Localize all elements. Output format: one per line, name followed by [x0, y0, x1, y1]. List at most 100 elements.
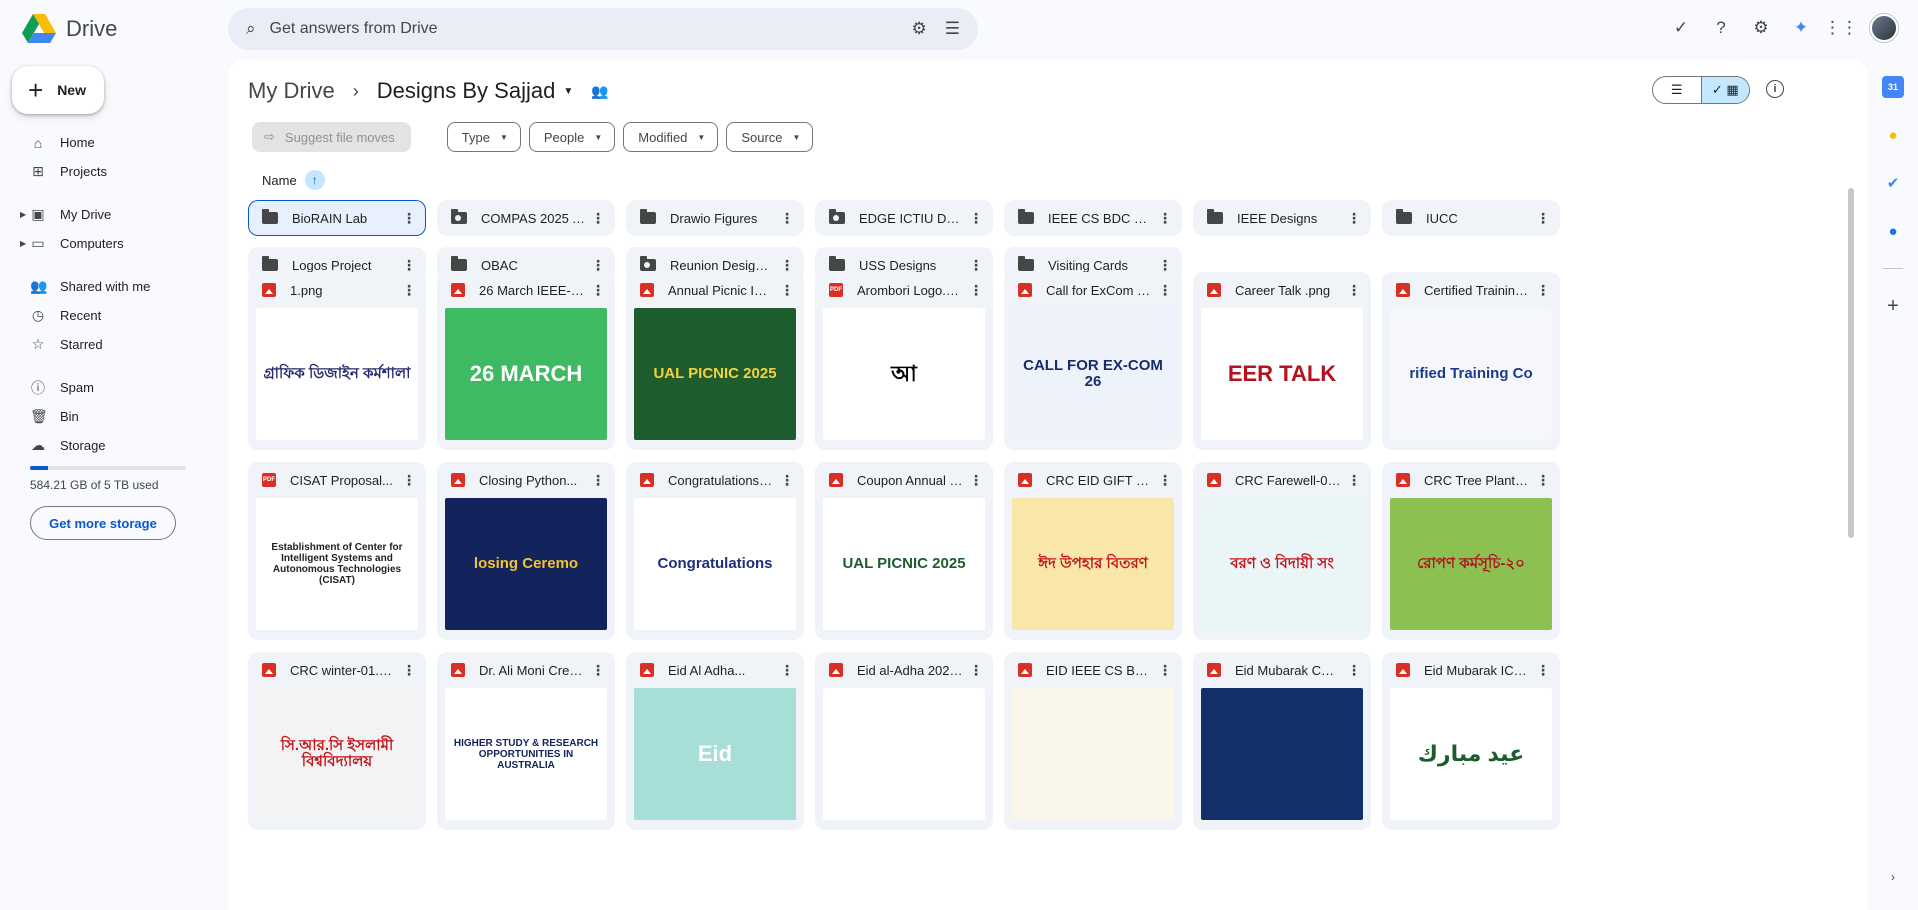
file-card[interactable]: Eid Mubarak CEO... ⋮ [1193, 652, 1371, 830]
filter-source[interactable]: Source ▼ [726, 122, 814, 152]
file-thumbnail[interactable] [823, 688, 985, 820]
offline-status-icon[interactable]: ✓ [1670, 17, 1692, 39]
file-thumbnail[interactable] [1012, 688, 1174, 820]
new-button[interactable]: + New [12, 66, 104, 114]
breadcrumb-current[interactable]: Designs By Sajjad [377, 78, 556, 104]
shared-folder-icon[interactable]: 👥 [591, 83, 608, 100]
sidebar-item-starred[interactable]: ☆ Starred [0, 330, 210, 359]
more-options-icon[interactable]: ⋮ [402, 282, 416, 299]
folder-item[interactable]: IUCC ⋮ [1382, 200, 1560, 236]
more-options-icon[interactable]: ⋮ [1158, 257, 1172, 274]
tasks-icon[interactable]: ✔ [1882, 172, 1904, 194]
sidebar-item-bin[interactable]: 🗑 Bin [0, 402, 210, 431]
scrollbar[interactable] [1848, 188, 1854, 538]
more-options-icon[interactable]: ⋮ [1158, 472, 1172, 489]
file-thumbnail[interactable]: 26 MARCH [445, 308, 607, 440]
file-thumbnail[interactable]: rified Training Co [1390, 308, 1552, 440]
expand-caret-icon[interactable]: ▶ [20, 210, 26, 219]
file-thumbnail[interactable]: EER TALK [1201, 308, 1363, 440]
more-options-icon[interactable]: ⋮ [969, 472, 983, 489]
file-card[interactable]: CRC winter-01.png ⋮ সি.আর.সি ইসলামী বিশ্বব… [248, 652, 426, 830]
file-thumbnail[interactable]: গ্রাফিক ডিজাইন কর্মশালা [256, 308, 418, 440]
more-options-icon[interactable]: ⋮ [1536, 662, 1550, 679]
sidebar-item-computers[interactable]: ▶ ▭ Computers [0, 229, 210, 258]
search-settings-icon[interactable]: ⚙ [912, 19, 927, 39]
file-thumbnail[interactable]: CALL FOR EX-COM 26 [1012, 308, 1174, 440]
file-card[interactable]: PDF CISAT Proposal... ⋮ Establishment of Ce… [248, 462, 426, 640]
more-options-icon[interactable]: ⋮ [780, 257, 794, 274]
file-card[interactable]: PDF Arombori Logo.pdf ⋮ আ [815, 272, 993, 450]
more-options-icon[interactable]: ⋮ [1536, 282, 1550, 299]
folder-item[interactable]: BioRAIN Lab ⋮ [248, 200, 426, 236]
file-thumbnail[interactable]: আ [823, 308, 985, 440]
keep-icon[interactable]: ● [1882, 124, 1904, 146]
search-bar[interactable]: ⌕ Get answers from Drive ⚙ ☰ [228, 8, 978, 50]
file-card[interactable]: Coupon Annual Picnic... ⋮ UAL PICNIC 2025 [815, 462, 993, 640]
more-options-icon[interactable]: ⋮ [1347, 662, 1361, 679]
suggest-file-moves-button[interactable]: ⇨ Suggest file moves [252, 122, 411, 152]
folder-item[interactable]: EDGE ICTIU Designs ⋮ [815, 200, 993, 236]
sidebar-item-recent[interactable]: ◷ Recent [0, 301, 210, 330]
sidebar-item-spam[interactable]: ⓘ Spam [0, 373, 210, 402]
file-thumbnail[interactable] [1201, 688, 1363, 820]
file-thumbnail[interactable]: HIGHER STUDY & RESEARCH OPPORTUNITIES IN… [445, 688, 607, 820]
sidebar-item-projects[interactable]: ⊞ Projects [0, 157, 210, 186]
more-options-icon[interactable]: ⋮ [402, 662, 416, 679]
apps-grid-icon[interactable]: ⋮⋮ [1824, 17, 1858, 39]
chevron-right-icon[interactable]: › [1891, 870, 1895, 884]
file-card[interactable]: Congratulations ICT... ⋮ Congratulations [626, 462, 804, 640]
file-card[interactable]: Eid al-Adha 2026... ⋮ [815, 652, 993, 830]
file-card[interactable]: Dr. Ali Moni Crest... ⋮ HIGHER STUDY & RES… [437, 652, 615, 830]
more-options-icon[interactable]: ⋮ [780, 282, 794, 299]
more-options-icon[interactable]: ⋮ [591, 282, 605, 299]
more-options-icon[interactable]: ⋮ [1158, 210, 1172, 227]
get-more-storage-button[interactable]: Get more storage [30, 506, 176, 540]
sort-ascending-icon[interactable]: ↑ [304, 170, 325, 190]
file-thumbnail[interactable]: losing Ceremo [445, 498, 607, 630]
file-thumbnail[interactable]: Establishment of Center for Intelligent … [256, 498, 418, 630]
sidebar-item-my-drive[interactable]: ▶ ▣ My Drive [0, 200, 210, 229]
breadcrumb-root[interactable]: My Drive [248, 78, 335, 104]
gemini-icon[interactable]: ✦ [1790, 17, 1812, 39]
file-card[interactable]: CRC Tree Plantation... ⋮ রোপণ কর্মসূচি-২০ [1382, 462, 1560, 640]
file-thumbnail[interactable]: বরণ ও বিদায়ী সং [1201, 498, 1363, 630]
contacts-icon[interactable]: ● [1882, 220, 1904, 242]
more-options-icon[interactable]: ⋮ [402, 472, 416, 489]
more-options-icon[interactable]: ⋮ [1158, 662, 1172, 679]
more-options-icon[interactable]: ⋮ [1158, 282, 1172, 299]
info-icon[interactable]: i [1766, 80, 1784, 98]
file-thumbnail[interactable]: Eid [634, 688, 796, 820]
folder-item[interactable]: COMPAS 2025 ALL... ⋮ [437, 200, 615, 236]
file-card[interactable]: 26 March IEEE-01.png ⋮ 26 MARCH [437, 272, 615, 450]
more-options-icon[interactable]: ⋮ [780, 210, 794, 227]
more-options-icon[interactable]: ⋮ [780, 662, 794, 679]
more-options-icon[interactable]: ⋮ [1536, 472, 1550, 489]
file-card[interactable]: CRC Farewell-01.png ⋮ বরণ ও বিদায়ী সং [1193, 462, 1371, 640]
chevron-down-icon[interactable]: ▼ [563, 86, 573, 97]
filter-modified[interactable]: Modified ▼ [623, 122, 719, 152]
more-options-icon[interactable]: ⋮ [591, 257, 605, 274]
more-options-icon[interactable]: ⋮ [402, 257, 416, 274]
more-options-icon[interactable]: ⋮ [591, 662, 605, 679]
drive-logo[interactable]: Drive [22, 14, 117, 44]
help-icon[interactable]: ? [1710, 17, 1732, 39]
more-options-icon[interactable]: ⋮ [969, 210, 983, 227]
file-card[interactable]: Certified Training... ⋮ rified Training Co [1382, 272, 1560, 450]
more-options-icon[interactable]: ⋮ [591, 472, 605, 489]
calendar-icon[interactable]: 31 [1882, 76, 1904, 98]
file-thumbnail[interactable]: عيد مبارك [1390, 688, 1552, 820]
file-thumbnail[interactable]: ঈদ উপহার বিতরণ [1012, 498, 1174, 630]
file-card[interactable]: Closing Python... ⋮ losing Ceremo [437, 462, 615, 640]
sidebar-item-shared[interactable]: 👥 Shared with me [0, 272, 210, 301]
search-options-icon[interactable]: ☰ [945, 19, 960, 39]
sidebar-item-storage[interactable]: ☁ Storage [0, 431, 210, 460]
file-card[interactable]: Eid Al Adha... ⋮ Eid [626, 652, 804, 830]
more-options-icon[interactable]: ⋮ [1536, 210, 1550, 227]
expand-caret-icon[interactable]: ▶ [20, 239, 26, 248]
sort-control[interactable]: Name ↑ [262, 170, 325, 190]
file-card[interactable]: Career Talk .png ⋮ EER TALK [1193, 272, 1371, 450]
file-card[interactable]: 1.png ⋮ গ্রাফিক ডিজাইন কর্মশালা [248, 272, 426, 450]
settings-icon[interactable]: ⚙ [1750, 17, 1772, 39]
file-thumbnail[interactable]: রোপণ কর্মসূচি-২০ [1390, 498, 1552, 630]
file-thumbnail[interactable]: UAL PICNIC 2025 [823, 498, 985, 630]
